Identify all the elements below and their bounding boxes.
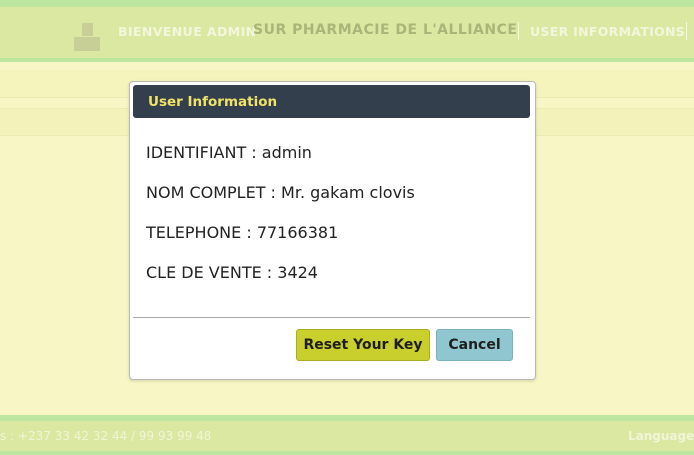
cancel-button[interactable]: Cancel — [436, 329, 513, 361]
welcome-text: BIENVENUE ADMIN — [118, 24, 257, 39]
user-information-dialog: User Information IDENTIFIANT : admin NOM… — [129, 81, 536, 380]
identifiant-line: IDENTIFIANT : admin — [146, 143, 312, 162]
nav-separator — [686, 22, 687, 40]
reset-key-button[interactable]: Reset Your Key — [296, 329, 430, 361]
language-link[interactable]: Language — [628, 429, 694, 443]
dialog-header: User Information — [133, 85, 530, 118]
telephone-line: TELEPHONE : 77166381 — [146, 223, 339, 242]
dialog-divider — [133, 317, 530, 318]
header-bar: BIENVENUE ADMIN SUR PHARMACIE DE L'ALLIA… — [0, 7, 694, 58]
user-informations-link[interactable]: USER INFORMATIONS — [530, 24, 685, 39]
dialog-title: User Information — [148, 94, 278, 110]
pharmacy-name: SUR PHARMACIE DE L'ALLIANCE — [253, 22, 518, 38]
cle-de-vente-line: CLE DE VENTE : 3424 — [146, 263, 318, 282]
user-silhouette-icon — [74, 23, 100, 51]
footer-contact-text: s : +237 33 42 32 44 / 99 93 99 48 — [0, 429, 212, 443]
nom-complet-line: NOM COMPLET : Mr. gakam clovis — [146, 183, 415, 202]
nav-separator — [518, 22, 519, 40]
